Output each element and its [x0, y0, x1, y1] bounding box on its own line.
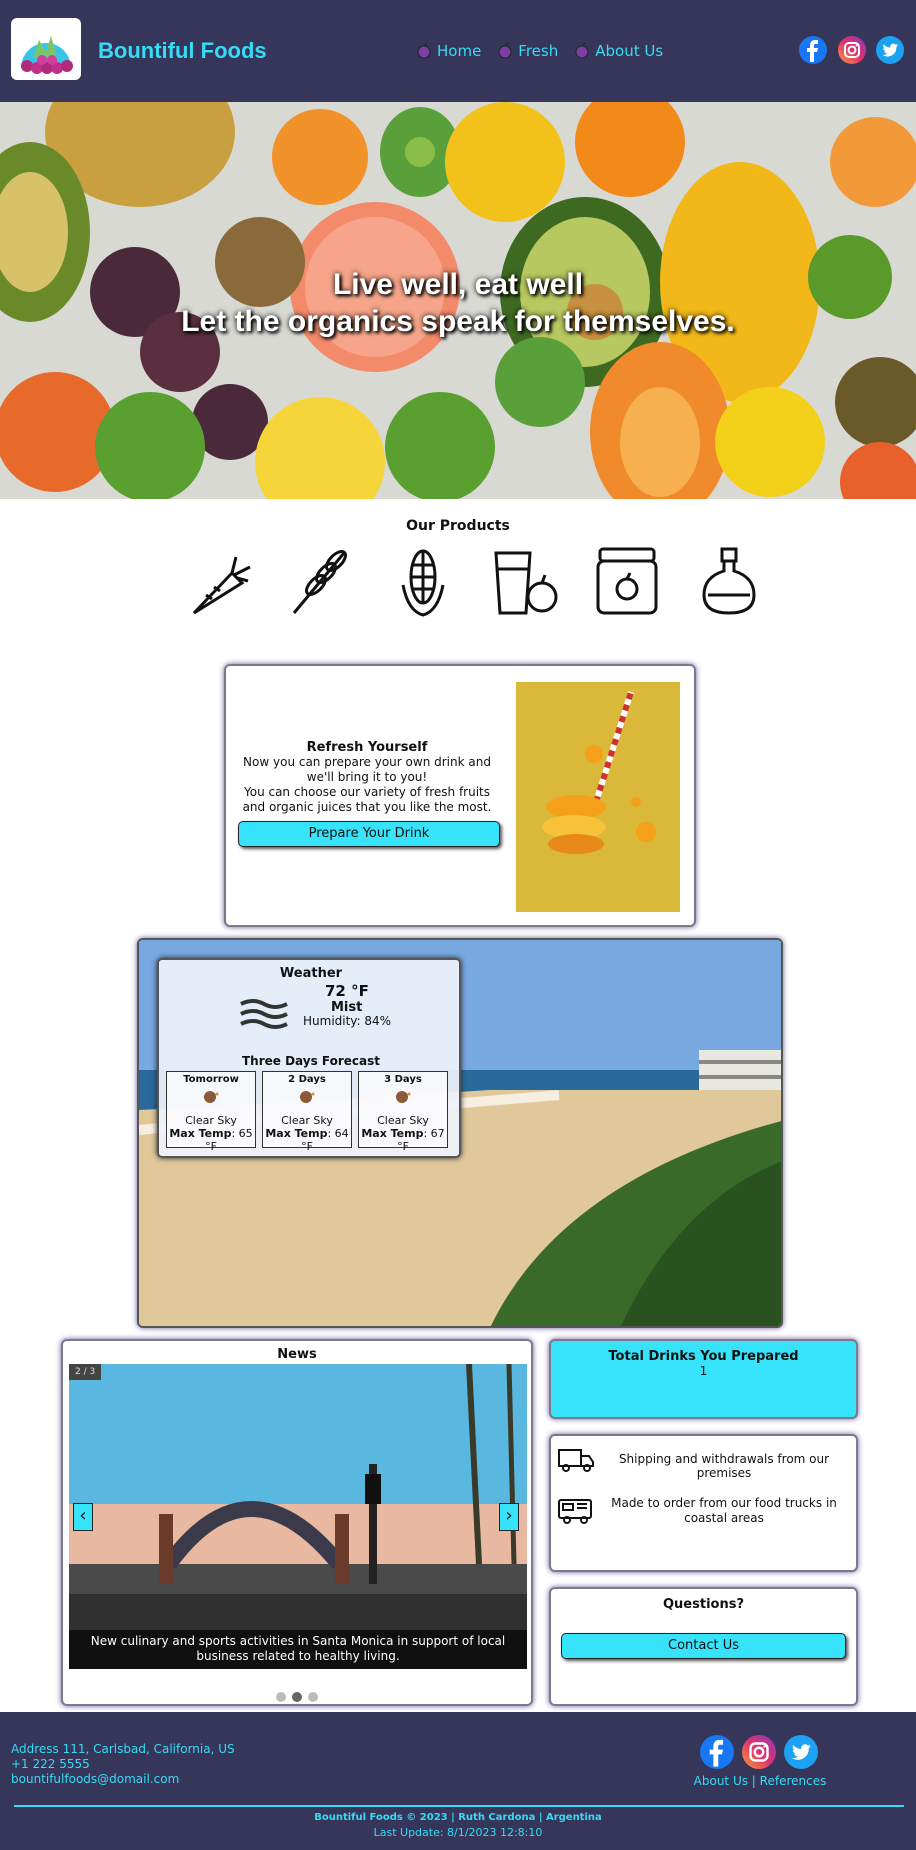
- services-card: Shipping and withdrawals from our premis…: [549, 1434, 858, 1572]
- instagram-icon[interactable]: [742, 1735, 776, 1769]
- drink-image: [516, 682, 680, 912]
- grape-icon: [498, 42, 512, 58]
- slide-dot[interactable]: [276, 1692, 286, 1702]
- forecast-sky: Clear Sky: [377, 1114, 429, 1127]
- footer-address: Address 111, Carlsbad, California, US: [11, 1742, 235, 1756]
- nav-label: About Us: [595, 42, 664, 60]
- hero-line-2: Let the organics speak for themselves.: [181, 305, 735, 338]
- santa-monica-image: [69, 1364, 527, 1669]
- facebook-icon[interactable]: [700, 1735, 734, 1769]
- forecast-title: Three Days Forecast: [241, 1054, 381, 1068]
- delivery-truck-icon: [558, 1449, 594, 1472]
- footer-email[interactable]: bountifulfoods@domail.com: [11, 1772, 235, 1787]
- next-slide-button[interactable]: ›: [499, 1503, 519, 1531]
- instagram-icon[interactable]: [838, 36, 866, 64]
- corn-icon[interactable]: [388, 545, 458, 617]
- questions-title: Questions?: [663, 1597, 744, 1612]
- nav-label: Home: [437, 42, 482, 60]
- news-title: News: [277, 1347, 317, 1362]
- refresh-card: Refresh Yourself Now you can prepare you…: [224, 664, 696, 927]
- moon-icon: [300, 1091, 315, 1103]
- nav-about[interactable]: About Us: [574, 42, 663, 60]
- forecast-max-label: Max Temp: [169, 1127, 232, 1140]
- jam-jar-icon[interactable]: [592, 545, 662, 617]
- footer-copyright: Bountiful Foods © 2023 | Ruth Cardona | …: [314, 1812, 602, 1823]
- forecast-day-2: 2 Days Clear Sky Max Temp: 64 °F: [262, 1071, 352, 1153]
- grape-icon: [417, 42, 431, 58]
- hero-banner: Live well, eat well Let the organics spe…: [0, 102, 916, 499]
- food-truck-text: Made to order from our food trucks in co…: [611, 1496, 837, 1525]
- shipping-text: Shipping and withdrawals from our premis…: [618, 1452, 830, 1480]
- site-header: Bountiful Foods Home Fresh About Us: [0, 0, 916, 102]
- hero-line-1: Live well, eat well: [332, 268, 584, 301]
- forecast-day-3: 3 Days Clear Sky Max Temp: 67 °F: [358, 1071, 448, 1153]
- news-card: News 2 / 3 ‹ › New culinary and sports a…: [61, 1339, 533, 1706]
- questions-card: Questions? Contact Us: [549, 1587, 858, 1706]
- slide-counter: 2 / 3: [69, 1364, 102, 1380]
- products-icons: [184, 545, 764, 617]
- prev-slide-button[interactable]: ‹: [73, 1503, 93, 1531]
- carrot-icon[interactable]: [184, 545, 254, 617]
- logo[interactable]: [11, 18, 81, 80]
- slide-caption: New culinary and sports activities in Sa…: [69, 1630, 527, 1669]
- moon-icon: [204, 1091, 219, 1103]
- forecast-sky: Clear Sky: [281, 1114, 333, 1127]
- twitter-icon[interactable]: [784, 1735, 818, 1769]
- main-nav: Home Fresh About Us: [416, 42, 663, 60]
- facebook-icon[interactable]: [799, 36, 827, 64]
- weather-temp: 72 °F: [325, 982, 369, 1000]
- drinks-card: Total Drinks You Prepared 1: [549, 1339, 858, 1419]
- refresh-text-2: You can choose our variety of fresh frui…: [242, 785, 492, 814]
- prepare-drink-button[interactable]: Prepare Your Drink: [238, 821, 500, 847]
- forecast-sky: Clear Sky: [185, 1114, 237, 1127]
- weather-humidity: Humidity: 84%: [303, 1014, 392, 1028]
- footer-links[interactable]: About Us | References: [690, 1774, 830, 1788]
- products-title: Our Products: [406, 518, 510, 534]
- oil-bottle-icon[interactable]: [694, 545, 764, 617]
- juice-apple-icon[interactable]: [490, 545, 560, 617]
- footer-updated: Last Update: 8/1/2023 12:8:10: [373, 1826, 543, 1839]
- food-truck-icon: [558, 1499, 592, 1524]
- slide-dots: [63, 1687, 531, 1706]
- mist-icon: [240, 999, 288, 1029]
- contact-us-button[interactable]: Contact Us: [561, 1633, 846, 1659]
- weather-title: Weather: [279, 966, 343, 981]
- forecast-max-label: Max Temp: [361, 1127, 424, 1140]
- drinks-count: 1: [699, 1364, 708, 1378]
- footer-divider: [14, 1805, 904, 1807]
- moon-icon: [396, 1091, 411, 1103]
- refresh-title: Refresh Yourself: [306, 740, 428, 755]
- nav-label: Fresh: [518, 42, 559, 60]
- forecast-day-label: 3 Days: [384, 1074, 422, 1085]
- drinks-title: Total Drinks You Prepared: [608, 1349, 799, 1364]
- forecast-day-label: 2 Days: [288, 1074, 326, 1085]
- nav-fresh[interactable]: Fresh: [497, 42, 558, 60]
- forecast-max-label: Max Temp: [265, 1127, 328, 1140]
- site-footer: Address 111, Carlsbad, California, US +1…: [0, 1712, 916, 1850]
- wheat-icon[interactable]: [286, 545, 356, 617]
- grape-icon: [575, 42, 589, 58]
- news-slide: [69, 1364, 527, 1669]
- forecast-day-1: Tomorrow Clear Sky Max Temp: 65 °F: [166, 1071, 256, 1153]
- brand-name[interactable]: Bountiful Foods: [98, 38, 267, 64]
- slide-dot-active[interactable]: [292, 1692, 302, 1702]
- nav-home[interactable]: Home: [416, 42, 481, 60]
- weather-condition: Mist: [331, 1000, 363, 1015]
- forecast-day-label: Tomorrow: [183, 1074, 239, 1085]
- footer-phone[interactable]: +1 222 5555: [11, 1757, 235, 1772]
- hero-text: Live well, eat well Let the organics spe…: [0, 266, 916, 340]
- twitter-icon[interactable]: [876, 36, 904, 64]
- refresh-text-1: Now you can prepare your own drink and w…: [243, 755, 491, 784]
- slide-dot[interactable]: [308, 1692, 318, 1702]
